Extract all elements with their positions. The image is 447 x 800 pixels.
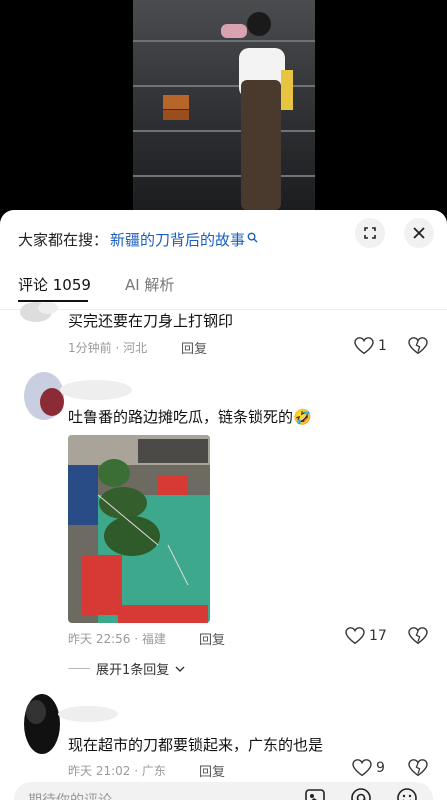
at-icon[interactable] xyxy=(350,787,372,800)
reply-button[interactable]: 回复 xyxy=(181,338,207,357)
like-button[interactable]: 9 xyxy=(352,759,385,777)
close-icon[interactable] xyxy=(404,218,434,248)
comment-text: 买完还要在刀身上打钢印 xyxy=(68,312,234,330)
dislike-icon[interactable] xyxy=(408,759,428,781)
image-icon[interactable] xyxy=(304,787,326,800)
comment-text: 现在超市的刀都要锁起来，广东的也是 xyxy=(68,736,324,754)
search-icon xyxy=(247,232,258,246)
like-count: 1 xyxy=(378,338,387,354)
expand-icon[interactable] xyxy=(355,218,385,248)
chevron-down-icon xyxy=(175,666,185,672)
comment-input-placeholder: 期待你的评论 xyxy=(28,790,112,800)
tab-ai-analysis[interactable]: AI 解析 xyxy=(125,274,174,295)
comment-sheet: 大家都在搜： 新疆的刀背后的故事 评论 1059 AI 解析 买完还要在刀身上打… xyxy=(0,210,447,800)
dislike-icon[interactable] xyxy=(408,337,428,359)
video-frame xyxy=(133,0,315,210)
emoji-icon[interactable] xyxy=(396,787,418,800)
comment-tabs: 评论 1059 AI 解析 xyxy=(18,274,174,295)
person-figure xyxy=(221,12,293,210)
video-player[interactable] xyxy=(0,0,447,210)
tab-comments[interactable]: 评论 1059 xyxy=(18,274,91,295)
like-count: 17 xyxy=(369,628,387,644)
heart-icon xyxy=(352,759,372,777)
expand-replies-button[interactable]: 展开1条回复 xyxy=(68,659,185,678)
avatar[interactable] xyxy=(18,298,62,328)
comment-text: 吐鲁番的路边摊吃瓜，链条锁死的🤣 xyxy=(68,408,312,426)
like-button[interactable]: 1 xyxy=(354,337,387,355)
comment-meta: 昨天 21:02 · 广东 xyxy=(68,764,166,778)
like-button[interactable]: 17 xyxy=(345,627,387,645)
like-count: 9 xyxy=(376,760,385,776)
reply-button[interactable]: 回复 xyxy=(199,761,225,780)
dislike-icon[interactable] xyxy=(408,627,428,649)
heart-icon xyxy=(354,337,374,355)
laughing-emoji: 🤣 xyxy=(293,408,312,426)
search-query-link[interactable]: 新疆的刀背后的故事 xyxy=(110,229,245,250)
reply-button[interactable]: 回复 xyxy=(199,629,225,648)
search-prefix: 大家都在搜： xyxy=(18,230,109,249)
heart-icon xyxy=(345,627,365,645)
comment-input[interactable]: 期待你的评论 xyxy=(14,782,433,800)
comment-image[interactable] xyxy=(68,435,210,623)
comment-meta: 1分钟前 · 河北 xyxy=(68,341,148,355)
comment-meta: 昨天 22:56 · 福建 xyxy=(68,632,166,646)
